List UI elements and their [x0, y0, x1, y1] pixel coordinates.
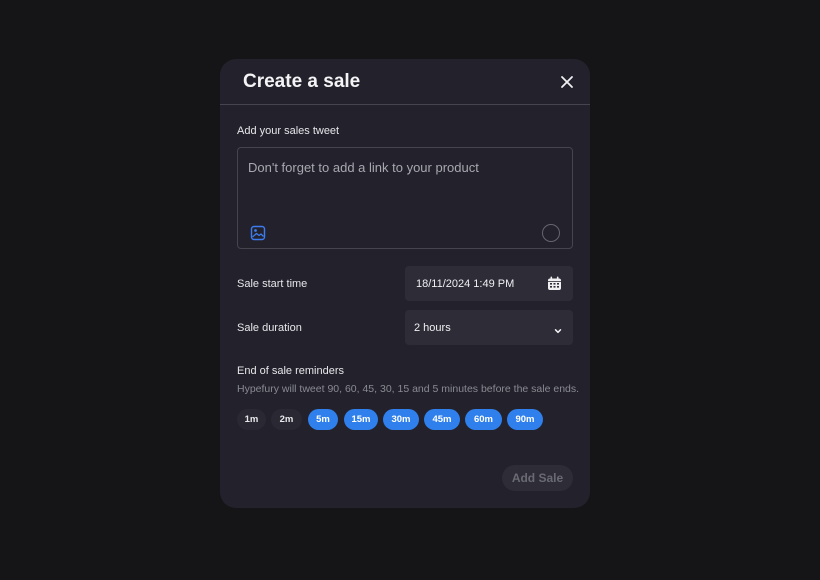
modal-title: Create a sale: [243, 71, 361, 92]
reminders-title: End of sale reminders: [237, 365, 344, 377]
reminder-toggle-60m[interactable]: 60m: [465, 409, 502, 430]
duration-value: 2 hours: [414, 322, 451, 334]
reminder-toggle-1m[interactable]: 1m: [237, 409, 266, 430]
modal-header: Create a sale: [220, 59, 590, 105]
reminder-toggle-45m[interactable]: 45m: [424, 409, 460, 430]
duration-label: Sale duration: [237, 322, 302, 334]
add-sale-button[interactable]: Add Sale: [502, 465, 573, 491]
calendar-icon[interactable]: [547, 276, 562, 291]
chevron-down-icon: [553, 323, 563, 334]
close-icon: [561, 76, 573, 88]
reminder-toggle-30m[interactable]: 30m: [383, 409, 419, 430]
image-upload-icon[interactable]: [250, 225, 266, 241]
start-time-value: 18/11/2024 1:49 PM: [416, 278, 515, 290]
create-sale-modal: Create a sale Add your sales tweet Don't…: [220, 59, 590, 508]
start-time-input[interactable]: 18/11/2024 1:49 PM: [405, 266, 573, 301]
reminders-description: Hypefury will tweet 90, 60, 45, 30, 15 a…: [237, 383, 580, 395]
tweet-placeholder: Don't forget to add a link to your produ…: [248, 160, 479, 175]
reminder-toggle-90m[interactable]: 90m: [507, 409, 543, 430]
close-button[interactable]: [557, 72, 577, 92]
duration-select[interactable]: 2 hours: [405, 310, 573, 345]
character-count-circle: [542, 224, 560, 242]
reminder-toggle-5m[interactable]: 5m: [308, 409, 338, 430]
reminder-toggle-2m[interactable]: 2m: [271, 409, 302, 430]
tweet-label: Add your sales tweet: [237, 125, 340, 137]
tweet-textarea[interactable]: Don't forget to add a link to your produ…: [237, 147, 573, 249]
start-time-label: Sale start time: [237, 278, 308, 290]
reminder-toggle-15m[interactable]: 15m: [344, 409, 378, 430]
